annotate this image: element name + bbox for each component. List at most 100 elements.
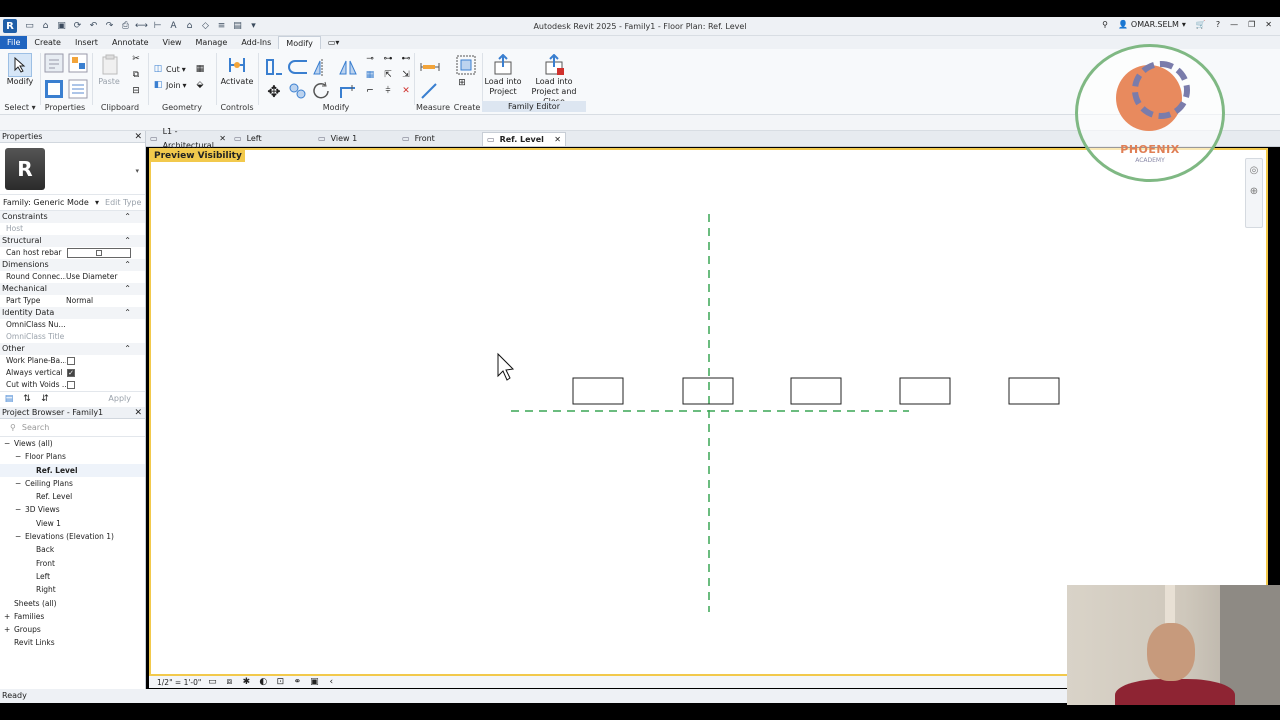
steering-wheel-icon[interactable]: ◎ — [1246, 165, 1262, 176]
property-value[interactable] — [66, 319, 145, 331]
rectangle-element[interactable] — [899, 377, 951, 405]
checkbox[interactable] — [67, 357, 75, 365]
tree-item[interactable]: Ref. Level — [0, 490, 145, 503]
rectangle-element[interactable] — [572, 377, 624, 405]
property-group-header[interactable]: Mechanical ⌃ — [0, 283, 145, 295]
checkbox[interactable] — [67, 248, 131, 258]
view-tab[interactable]: ▭ Front — [398, 132, 482, 146]
print-icon[interactable]: ⎙ — [119, 20, 132, 32]
zoom-icon[interactable]: ⊕ — [1246, 186, 1262, 197]
select-dropdown[interactable]: Select ▾ — [0, 103, 40, 112]
rectangle-element[interactable] — [790, 377, 842, 405]
collapse-icon[interactable]: − — [15, 530, 25, 543]
close-icon[interactable]: ✕ — [1265, 20, 1272, 29]
measure-icon[interactable]: ⟷ — [135, 20, 148, 32]
reveal-hidden-icon[interactable]: ▣ — [308, 676, 320, 688]
checkbox[interactable]: ✓ — [67, 369, 75, 377]
text-icon[interactable]: A — [167, 20, 180, 32]
ribbon-options-icon[interactable]: ▭▾ — [321, 36, 347, 49]
tree-item[interactable]: + Families — [0, 610, 145, 623]
tree-item[interactable]: − Ceiling Plans — [0, 477, 145, 490]
property-value[interactable] — [66, 355, 145, 367]
trim-extend-button[interactable] — [336, 79, 360, 103]
apply-button[interactable]: Apply — [108, 394, 131, 403]
tree-item[interactable]: Back — [0, 543, 145, 556]
unpin-button[interactable]: ⇲ — [400, 69, 412, 81]
match-type-button[interactable]: ⊟ — [130, 85, 142, 97]
detail-level-icon[interactable]: ▭ — [206, 676, 218, 688]
modify-button[interactable]: Modify — [5, 53, 35, 86]
split-face-button[interactable]: ▦ — [194, 63, 206, 75]
family-filter-select[interactable]: Family: Generic Mode — [3, 197, 89, 209]
tab-add-ins[interactable]: Add-Ins — [234, 36, 278, 49]
property-value[interactable]: Normal — [66, 295, 145, 307]
delete-button[interactable]: ✕ — [400, 85, 412, 97]
scroll-left-icon[interactable]: ‹ — [325, 676, 337, 688]
tree-item[interactable]: + Groups — [0, 623, 145, 636]
expand-icon[interactable]: + — [4, 610, 14, 623]
tab-view[interactable]: View — [156, 36, 189, 49]
property-value[interactable]: ✓ — [66, 367, 145, 379]
cart-icon[interactable]: 🛒 — [1196, 20, 1206, 29]
view-tab[interactable]: ▭ L1 - Architectural ✕ — [146, 127, 230, 150]
collapse-icon[interactable]: ⌃ — [124, 235, 131, 247]
join-geometry-button[interactable]: ◧ Join ▾ — [152, 79, 187, 91]
property-group-header[interactable]: Constraints ⌃ — [0, 211, 145, 223]
load-into-project-button[interactable]: Load into Project — [484, 53, 522, 97]
thin-lines-icon[interactable]: ≡ — [215, 20, 228, 32]
tree-item[interactable]: −3D Views — [0, 503, 145, 516]
collapse-icon[interactable]: − — [4, 437, 14, 450]
view-scale[interactable]: 1/2" = 1'-0" — [157, 678, 201, 687]
dimension-button[interactable] — [418, 79, 442, 103]
view-tab[interactable]: ▭ View 1 — [314, 132, 398, 146]
tab-annotate[interactable]: Annotate — [105, 36, 156, 49]
split-gap-button[interactable]: ⊶ — [382, 53, 394, 65]
tree-item[interactable]: Revit Links — [0, 636, 145, 649]
offset-button[interactable] — [286, 55, 310, 79]
properties-button[interactable] — [42, 77, 66, 101]
collapse-icon[interactable]: − — [15, 477, 25, 490]
property-group-header[interactable]: Structural ⌃ — [0, 235, 145, 247]
user-menu[interactable]: 👤 OMAR.SELM ▾ — [1118, 20, 1186, 29]
open-icon[interactable]: ▭ — [23, 20, 36, 32]
sync-icon[interactable]: ⟳ — [71, 20, 84, 32]
temporary-hide-icon[interactable]: ⚭ — [291, 676, 303, 688]
family-category-button[interactable] — [42, 51, 66, 75]
navigation-bar[interactable]: ◎ ⊕ — [1245, 158, 1263, 228]
project-browser-close-icon[interactable]: ✕ — [134, 407, 142, 419]
help-icon[interactable]: ? — [1216, 20, 1220, 29]
copy-button[interactable]: ⧉ — [130, 69, 142, 81]
mirror-axis-button[interactable] — [310, 55, 334, 79]
tab-create[interactable]: Create — [27, 36, 68, 49]
copy-modify-button[interactable] — [286, 79, 310, 103]
type-selector[interactable]: R ▾ — [0, 143, 145, 195]
collapse-icon[interactable]: ⌃ — [124, 259, 131, 271]
tree-item[interactable]: Ref. Level — [0, 463, 145, 477]
revit-app-icon[interactable]: R — [3, 19, 17, 33]
shadows-icon[interactable]: ◐ — [257, 676, 269, 688]
tab-manage[interactable]: Manage — [189, 36, 235, 49]
tab-modify[interactable]: Modify — [278, 36, 321, 49]
collapse-icon[interactable]: ⌃ — [124, 211, 131, 223]
tree-item[interactable]: Right — [0, 583, 145, 596]
collapse-icon[interactable]: − — [15, 503, 25, 516]
section-icon[interactable]: ◇ — [199, 20, 212, 32]
measure-button[interactable] — [418, 55, 442, 79]
pin-button[interactable]: ⊷ — [400, 53, 412, 65]
view-tab[interactable]: ▭ Left — [230, 132, 314, 146]
browser-search[interactable]: ⚲ Search — [0, 419, 145, 437]
trim-multiple-button[interactable]: ⫩ — [382, 85, 394, 97]
tree-item[interactable]: Left — [0, 570, 145, 583]
collapse-icon[interactable]: ⌃ — [124, 283, 131, 295]
move-button[interactable]: ✥ — [262, 79, 286, 103]
array-button[interactable]: ▦ — [364, 69, 376, 81]
open-folder-icon[interactable]: ⌂ — [39, 20, 52, 32]
crop-view-icon[interactable]: ⊡ — [274, 676, 286, 688]
cut-small-button[interactable]: ✂ — [130, 53, 142, 65]
edit-type-button[interactable]: Edit Type — [105, 198, 141, 207]
properties-help-icon[interactable]: ▤ — [3, 393, 15, 405]
tab-close-icon[interactable]: ✕ — [219, 132, 226, 146]
view-tab[interactable]: ▭ Ref. Level ✕ — [482, 132, 566, 146]
scale-button[interactable]: ⇱ — [382, 69, 394, 81]
rectangle-element[interactable] — [1008, 377, 1060, 405]
